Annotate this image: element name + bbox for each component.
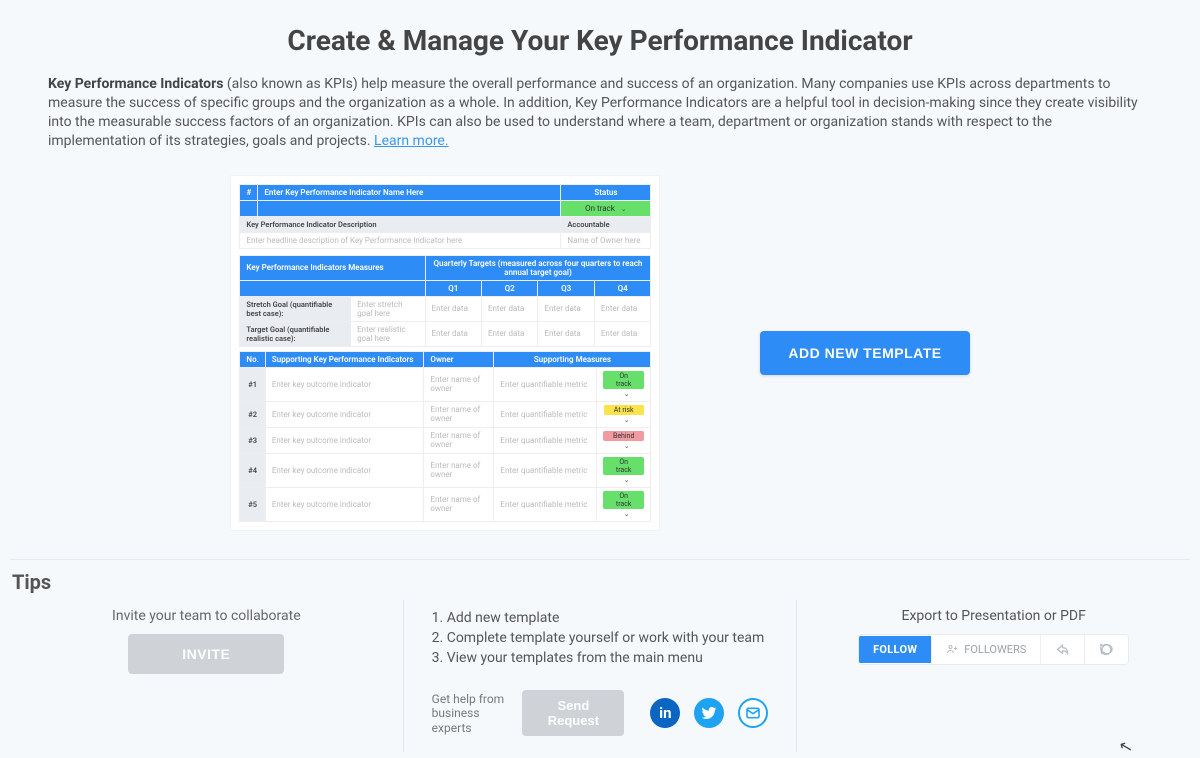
- preview-status-header: Status: [561, 184, 651, 200]
- send-request-button[interactable]: Send Request: [522, 690, 624, 736]
- preview-hash: #: [240, 184, 258, 200]
- target-placeholder: Enter realistic goal here: [351, 321, 425, 346]
- export-toolbar: FOLLOW FOLLOWERS: [858, 634, 1129, 665]
- template-preview: # Enter Key Performance Indicator Name H…: [230, 175, 660, 531]
- stretch-placeholder: Enter stretch goal here: [351, 296, 425, 321]
- stretch-label: Stretch Goal (quantifiable best case):: [240, 296, 351, 321]
- table-row: #3Enter key outcome indicatorEnter name …: [240, 427, 651, 453]
- col-owner: Owner: [424, 351, 494, 367]
- comment-icon[interactable]: [1084, 635, 1128, 664]
- followers-button[interactable]: FOLLOWERS: [931, 636, 1040, 663]
- q1: Q1: [425, 280, 481, 296]
- q4: Q4: [594, 280, 651, 296]
- help-label: Get help from business experts: [432, 692, 509, 735]
- twitter-icon[interactable]: [694, 698, 724, 728]
- share-icon[interactable]: [1040, 635, 1084, 664]
- step-2: 2. Complete template yourself or work wi…: [432, 628, 769, 648]
- page-title: Create & Manage Your Key Performance Ind…: [48, 24, 1152, 57]
- col-no: No.: [240, 351, 265, 367]
- preview-name-header: Enter Key Performance Indicator Name Her…: [258, 184, 561, 200]
- invite-text: Invite your team to collaborate: [38, 608, 375, 624]
- preview-targets-header: Quarterly Targets (measured across four …: [425, 255, 651, 280]
- add-new-template-button[interactable]: ADD NEW TEMPLATE: [760, 331, 969, 375]
- intro-bold: Key Performance Indicators: [48, 76, 223, 92]
- preview-accountable-header: Accountable: [561, 216, 651, 232]
- col-kpi: Supporting Key Performance Indicators: [265, 351, 424, 367]
- target-label: Target Goal (quantifiable realistic case…: [240, 321, 351, 346]
- cursor-icon: ↖: [1116, 736, 1134, 758]
- steps-list: 1. Add new template 2. Complete template…: [432, 608, 769, 669]
- linkedin-icon[interactable]: in: [650, 698, 680, 728]
- q2: Q2: [481, 280, 537, 296]
- table-row: #4Enter key outcome indicatorEnter name …: [240, 453, 651, 487]
- table-row: #1Enter key outcome indicatorEnter name …: [240, 367, 651, 401]
- preview-desc-placeholder: Enter headline description of Key Perfor…: [240, 232, 561, 248]
- table-row: #2Enter key outcome indicatorEnter name …: [240, 401, 651, 427]
- tips-heading: Tips: [12, 570, 1190, 594]
- table-row: #5Enter key outcome indicatorEnter name …: [240, 487, 651, 521]
- q3: Q3: [538, 280, 594, 296]
- learn-more-link[interactable]: Learn more.: [374, 133, 449, 149]
- step-3: 3. View your templates from the main men…: [432, 648, 769, 668]
- chevron-down-icon: ⌄: [621, 205, 627, 213]
- preview-desc-header: Key Performance Indicator Description: [240, 216, 561, 232]
- step-1: 1. Add new template: [432, 608, 769, 628]
- email-icon[interactable]: [738, 698, 768, 728]
- col-measures: Supporting Measures: [494, 351, 651, 367]
- preview-status-value: On track⌄: [561, 200, 651, 216]
- intro-paragraph: Key Performance Indicators (also known a…: [48, 75, 1152, 151]
- follow-button[interactable]: FOLLOW: [859, 636, 931, 663]
- export-label: Export to Presentation or PDF: [825, 608, 1162, 624]
- followers-icon: [946, 643, 958, 655]
- preview-measures-header: Key Performance Indicators Measures: [240, 255, 425, 280]
- preview-acc-placeholder: Name of Owner here: [561, 232, 651, 248]
- invite-button[interactable]: INVITE: [128, 634, 284, 674]
